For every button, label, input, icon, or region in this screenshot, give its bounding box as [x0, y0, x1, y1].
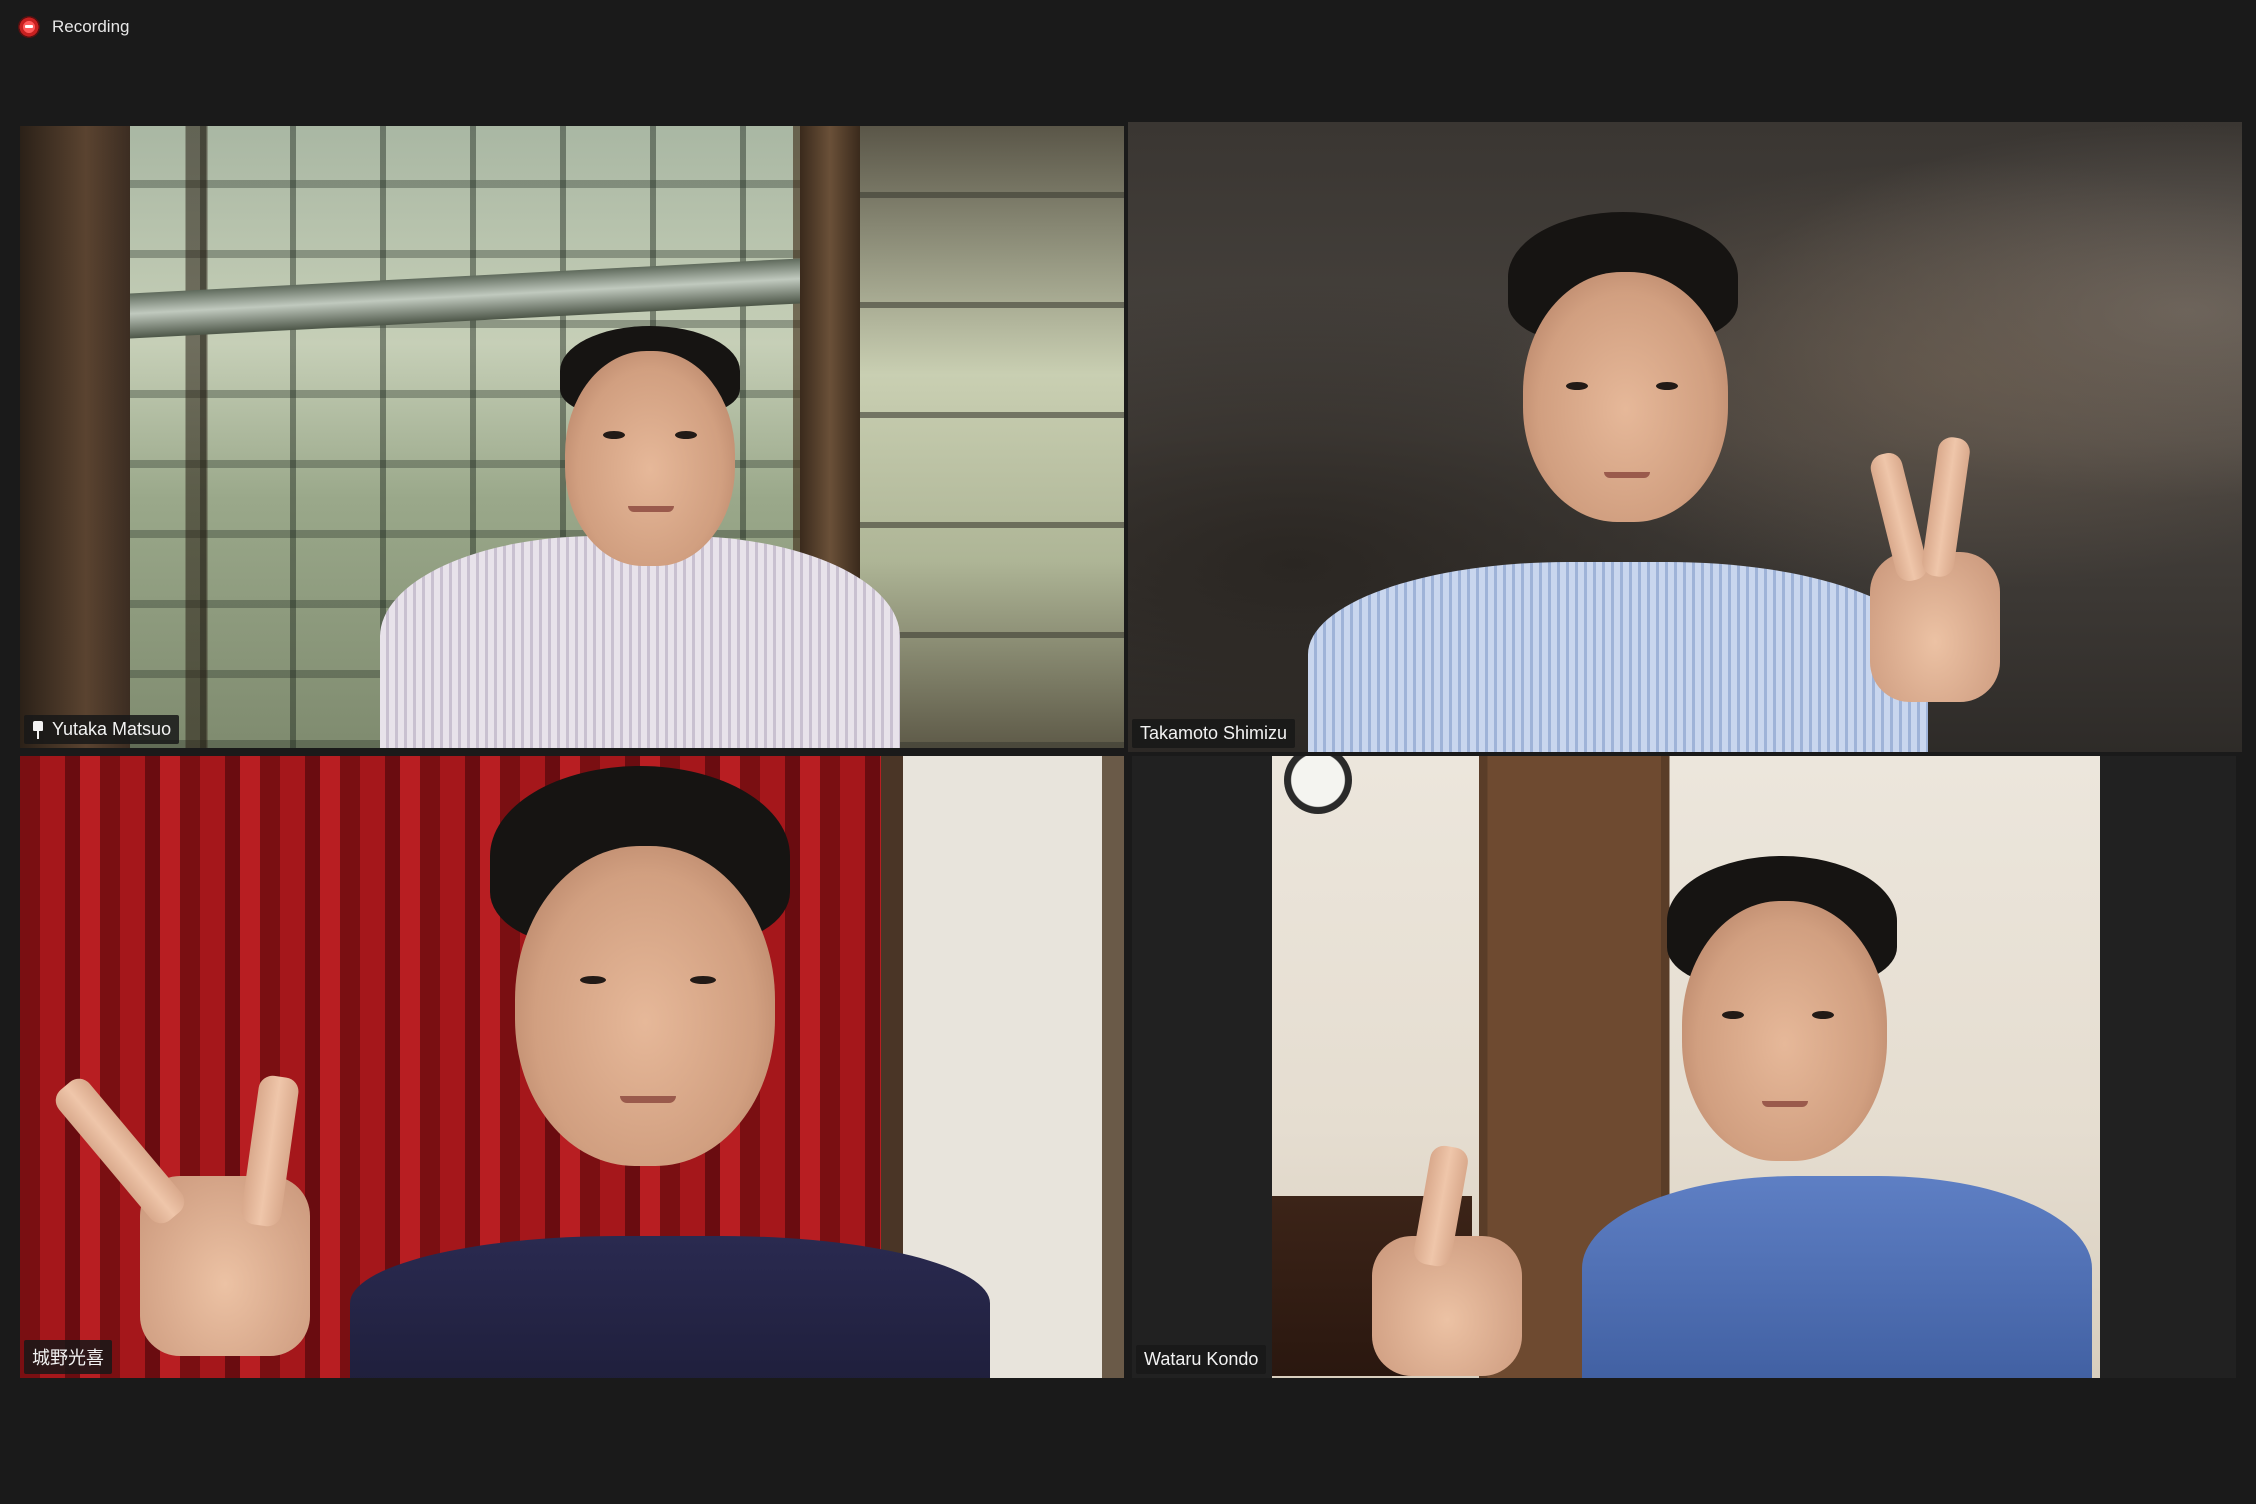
participant-name: Wataru Kondo [1144, 1349, 1259, 1369]
participant-name-tag: Takamoto Shimizu [1132, 719, 1296, 748]
eye [1566, 382, 1588, 390]
mouth [628, 506, 674, 512]
eye [580, 976, 606, 984]
participant-figure [50, 756, 1050, 1378]
mouth [620, 1096, 676, 1103]
participant-figure [1308, 182, 2028, 752]
shirt [350, 1236, 990, 1378]
video-tile-participant-3[interactable]: 城野光喜 [20, 756, 1124, 1378]
recording-label: Recording [52, 17, 130, 36]
shirt [1308, 562, 1928, 752]
video-tile-takamoto-shimizu[interactable]: Takamoto Shimizu [1128, 122, 2242, 752]
participant-figure [360, 296, 920, 748]
eye [690, 976, 716, 984]
eye [1722, 1011, 1744, 1019]
record-icon [18, 16, 40, 38]
eye [675, 431, 697, 439]
video-feed [1128, 122, 2242, 752]
participant-name: Takamoto Shimizu [1140, 723, 1288, 743]
mouth [1762, 1101, 1808, 1107]
pillar [20, 126, 130, 748]
face [1682, 901, 1887, 1161]
video-tile-wataru-kondo[interactable]: Wataru Kondo [1132, 756, 2236, 1378]
pin-icon [32, 720, 44, 739]
participant-name-tag: Yutaka Matsuo [24, 715, 180, 744]
face [565, 351, 735, 566]
finger [50, 1073, 190, 1229]
eye [603, 431, 625, 439]
participant-name: 城野光喜 [32, 1348, 104, 1368]
participant-name: Yutaka Matsuo [52, 719, 172, 739]
eye [1656, 382, 1678, 390]
eye [1812, 1011, 1834, 1019]
video-tile-yutaka-matsuo[interactable]: Yutaka Matsuo [20, 126, 1124, 748]
mouth [1604, 472, 1650, 478]
shirt [380, 536, 900, 748]
finger [1867, 450, 1931, 584]
video-feed [1272, 756, 2100, 1378]
video-feed [20, 126, 1124, 748]
face [1523, 272, 1728, 522]
participant-figure [1332, 856, 2092, 1378]
shirt [1582, 1176, 2092, 1378]
face [515, 846, 775, 1166]
participant-name-tag: Wataru Kondo [1136, 1345, 1267, 1374]
recording-indicator[interactable]: Recording [18, 16, 130, 38]
participant-name-tag: 城野光喜 [24, 1340, 112, 1374]
wall-clock [1284, 756, 1352, 814]
video-feed [20, 756, 1124, 1378]
